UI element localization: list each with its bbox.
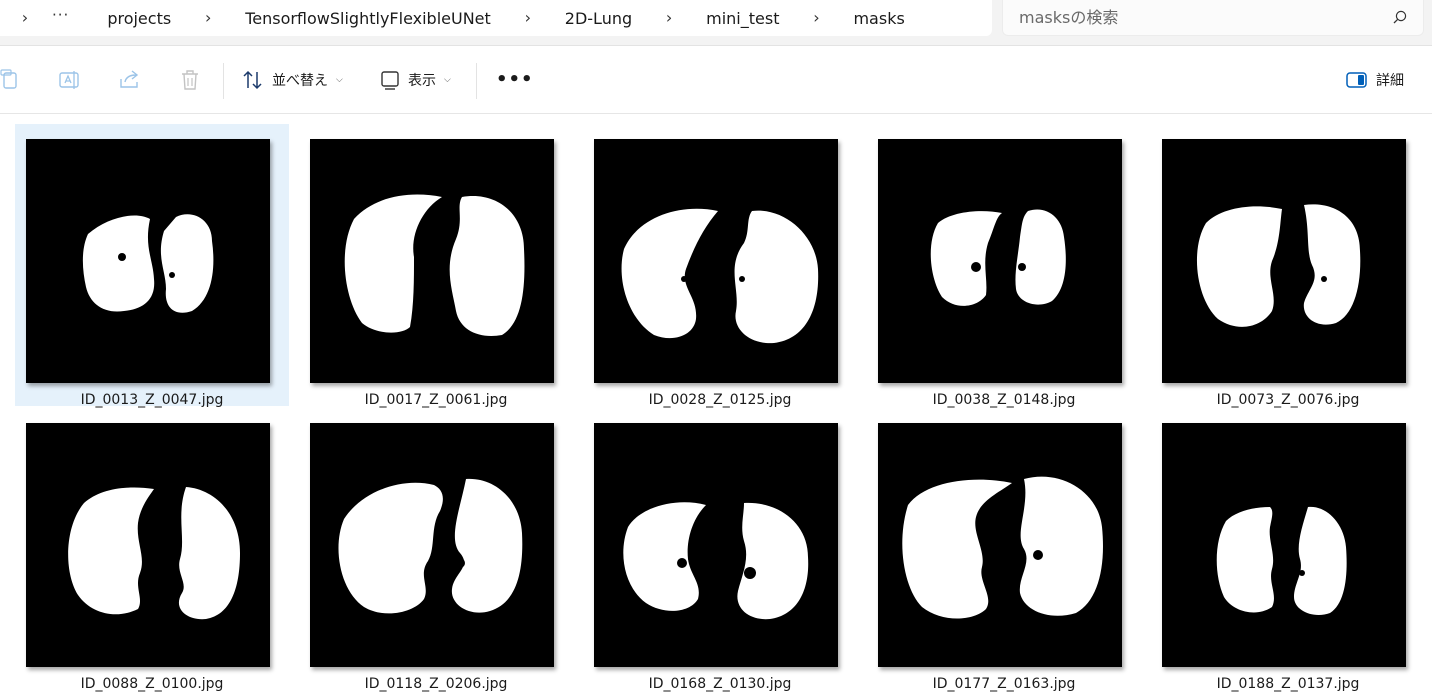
file-item[interactable]: ID_0017_Z_0061.jpg: [299, 124, 573, 408]
chevron-down-icon: ⌵: [444, 75, 451, 85]
file-name: ID_0017_Z_0061.jpg: [364, 392, 508, 408]
toolbar-divider: [223, 63, 224, 99]
command-bar: 並べ替え ⌵ 表示 ⌵ ••• 詳細: [0, 47, 1432, 114]
file-item[interactable]: ID_0188_Z_0137.jpg: [1151, 408, 1425, 692]
breadcrumb-projects[interactable]: projects: [83, 9, 195, 28]
breadcrumb-tensorflow[interactable]: TensorflowSlightlyFlexibleUNet: [221, 9, 515, 28]
toolbar-divider: [476, 63, 477, 99]
file-item[interactable]: ID_0073_Z_0076.jpg: [1151, 124, 1425, 408]
file-name: ID_0168_Z_0130.jpg: [648, 676, 792, 692]
chevron-right-icon[interactable]: ›: [656, 10, 682, 26]
search-box: [1002, 0, 1424, 36]
chevron-down-icon: ⌵: [336, 75, 343, 85]
file-item[interactable]: ID_0118_Z_0206.jpg: [299, 408, 573, 692]
image-thumbnail[interactable]: [878, 423, 1122, 667]
image-thumbnail[interactable]: [26, 423, 270, 667]
breadcrumb-mini-test[interactable]: mini_test: [682, 9, 803, 28]
chevron-right-icon[interactable]: ›: [12, 10, 38, 26]
image-thumbnail[interactable]: [310, 139, 554, 383]
image-thumbnail[interactable]: [1162, 423, 1406, 667]
file-name: ID_0188_Z_0137.jpg: [1216, 676, 1360, 692]
file-item[interactable]: ID_0088_Z_0100.jpg: [15, 408, 289, 692]
chevron-right-icon[interactable]: ›: [803, 10, 829, 26]
file-name: ID_0013_Z_0047.jpg: [80, 392, 224, 408]
file-item[interactable]: ID_0177_Z_0163.jpg: [867, 408, 1141, 692]
copy-icon[interactable]: [0, 69, 22, 91]
file-name: ID_0073_Z_0076.jpg: [1216, 392, 1360, 408]
image-thumbnail[interactable]: [594, 423, 838, 667]
sort-label: 並べ替え: [272, 73, 328, 89]
image-thumbnail[interactable]: [594, 139, 838, 383]
chevron-right-icon[interactable]: ›: [515, 10, 541, 26]
file-grid: ID_0013_Z_0047.jpg ID_0017_Z_0061.jpg ID…: [0, 115, 1432, 698]
search-icon[interactable]: [1393, 10, 1407, 24]
file-item[interactable]: ID_0013_Z_0047.jpg: [15, 124, 289, 408]
file-name: ID_0038_Z_0148.jpg: [932, 392, 1076, 408]
file-name: ID_0118_Z_0206.jpg: [364, 676, 508, 692]
rename-icon[interactable]: [59, 69, 81, 91]
details-pane-icon: [1346, 72, 1367, 88]
view-label: 表示: [408, 73, 436, 89]
file-name: ID_0088_Z_0100.jpg: [80, 676, 224, 692]
file-name: ID_0177_Z_0163.jpg: [932, 676, 1076, 692]
share-icon[interactable]: [119, 69, 141, 91]
image-thumbnail[interactable]: [878, 139, 1122, 383]
image-thumbnail[interactable]: [26, 139, 270, 383]
sort-button[interactable]: 並べ替え ⌵: [242, 67, 343, 93]
address-bar: › ··· projects › TensorflowSlightlyFlexi…: [0, 0, 1432, 46]
file-item[interactable]: ID_0038_Z_0148.jpg: [867, 124, 1141, 408]
image-thumbnail[interactable]: [310, 423, 554, 667]
delete-icon[interactable]: [179, 69, 201, 91]
search-input[interactable]: [1019, 6, 1379, 28]
file-item[interactable]: ID_0028_Z_0125.jpg: [583, 124, 857, 408]
breadcrumb-masks[interactable]: masks: [829, 9, 928, 28]
view-button[interactable]: 表示 ⌵: [380, 67, 451, 93]
chevron-right-icon[interactable]: ›: [195, 10, 221, 26]
more-icon[interactable]: •••: [496, 69, 534, 90]
breadcrumb-2d-lung[interactable]: 2D-Lung: [541, 9, 656, 28]
image-thumbnail[interactable]: [1162, 139, 1406, 383]
breadcrumb: › ··· projects › TensorflowSlightlyFlexi…: [0, 0, 992, 36]
file-item[interactable]: ID_0168_Z_0130.jpg: [583, 408, 857, 692]
view-icon: [381, 71, 399, 90]
breadcrumb-overflow[interactable]: ···: [38, 6, 83, 30]
details-button[interactable]: 詳細: [1346, 67, 1404, 93]
sort-icon: [243, 70, 262, 90]
details-label: 詳細: [1376, 73, 1404, 89]
file-name: ID_0028_Z_0125.jpg: [648, 392, 792, 408]
